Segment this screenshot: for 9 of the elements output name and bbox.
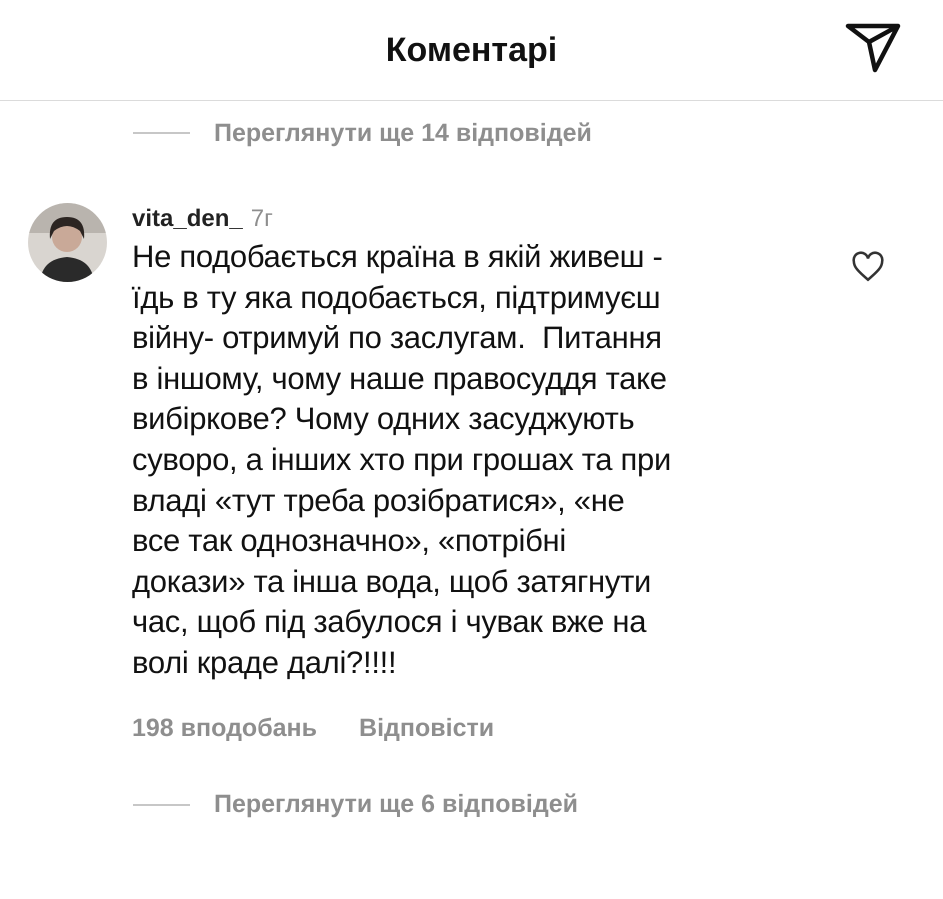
comment-text: Не подобається країна в якій живеш - їдь в ту яка подобається, підтримуєш війну- отримуй по заслугам. Питання в іншому, чому наше правосуддя таке вибіркове? Чому одних засуджують суворо, а інших хто при грошах та при владі «тут треба розібратися», «не все так однозначно», «потрібні докази» та інша вода, щоб затягнути час, щоб під забулося і чувак вже на волі краде далі?!!!! [132,238,671,682]
comment-time: 7г [250,205,273,233]
likes-count: 198 вподобань [132,714,318,743]
view-replies-link[interactable]: Переглянути ще 6 відповідей [214,790,578,820]
view-replies-link[interactable]: Переглянути ще 14 відповідей [214,118,592,148]
username[interactable]: vita_den_ [132,205,243,233]
page-title: Коментарі [386,30,558,70]
reply-button[interactable]: Відповісти [359,714,494,743]
like-icon[interactable] [851,251,885,283]
